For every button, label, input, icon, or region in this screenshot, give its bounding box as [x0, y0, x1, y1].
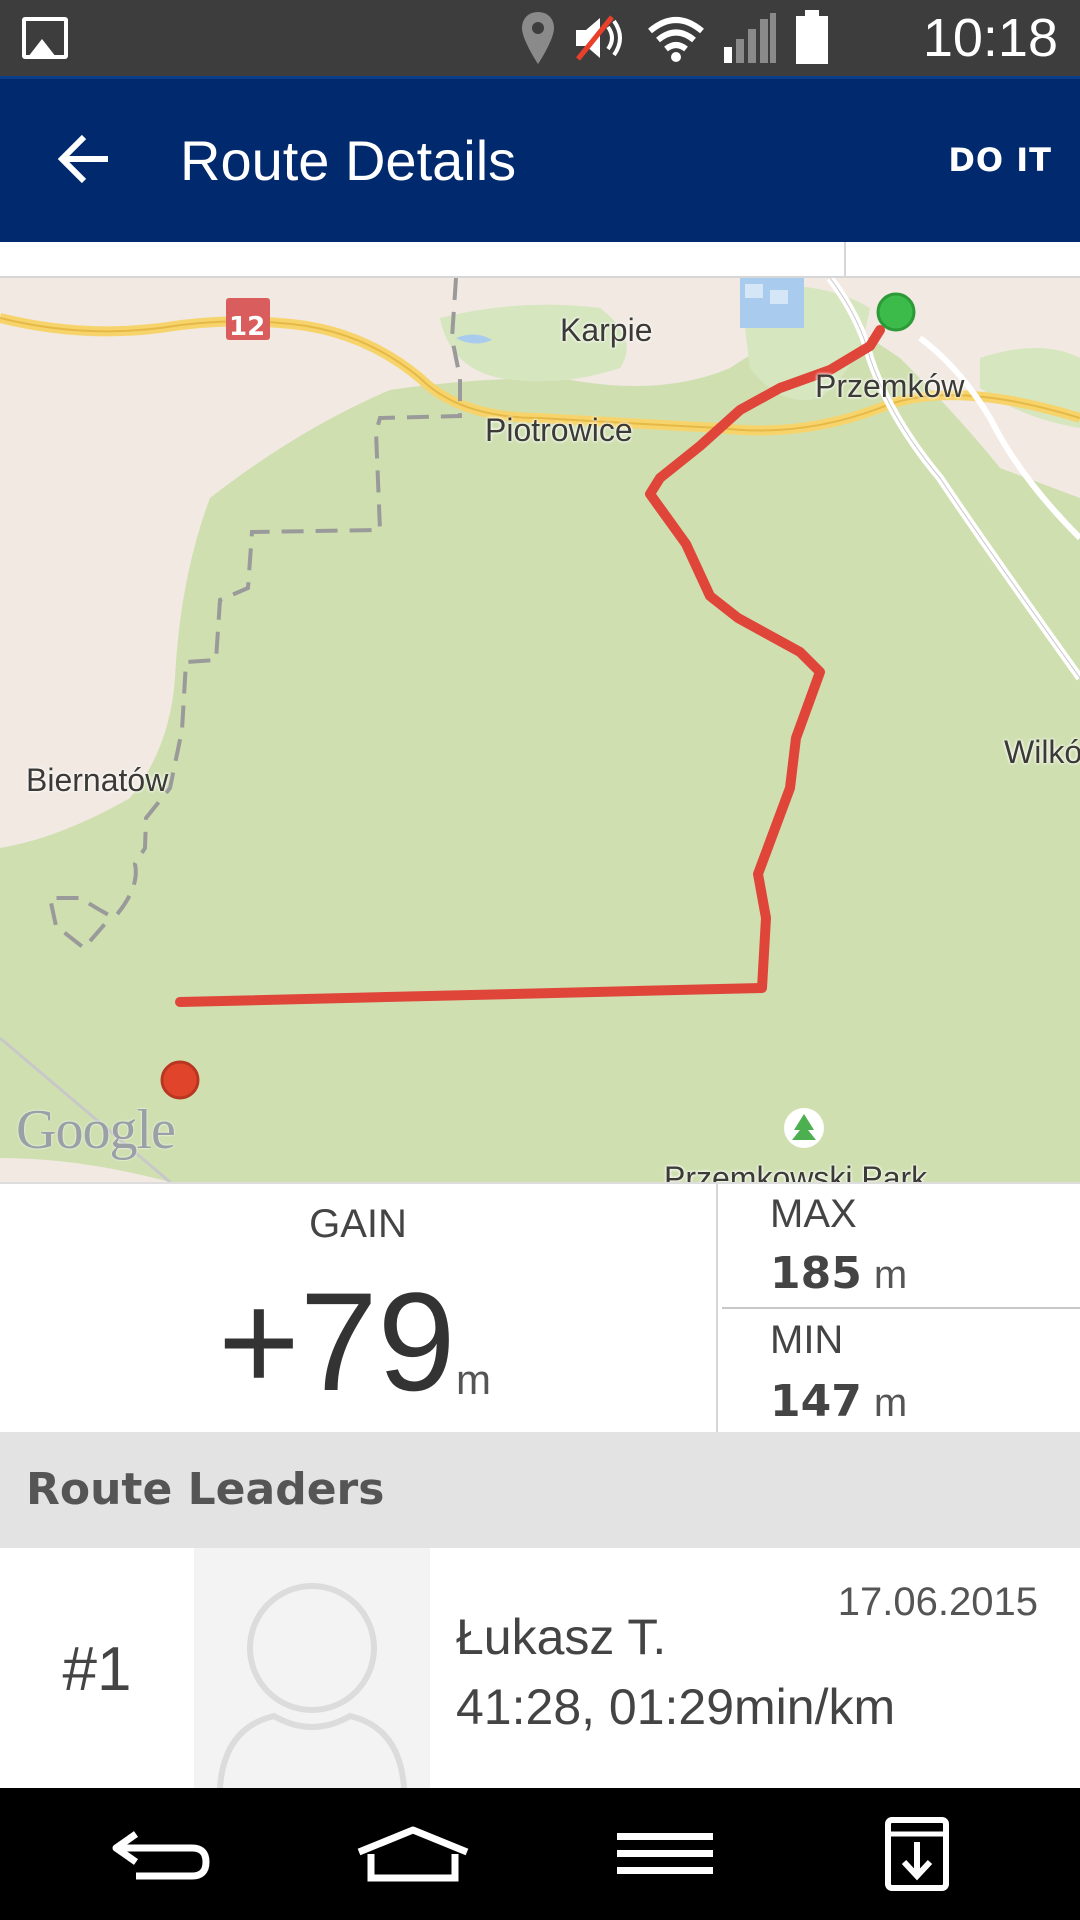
max-value: 185 — [770, 1248, 862, 1299]
avatar — [194, 1548, 430, 1788]
tab-divider — [844, 242, 846, 278]
clock: 10:18 — [922, 8, 1058, 68]
gain-label: GAIN — [309, 1202, 407, 1246]
person-placeholder-icon — [217, 1583, 407, 1788]
leader-rank: #1 — [62, 1635, 132, 1704]
max-elevation: 185 m — [770, 1248, 907, 1299]
nav-menu-button[interactable] — [600, 1814, 730, 1894]
place-label-przemkow: Przemków — [815, 368, 965, 404]
download-nav-icon — [885, 1817, 949, 1891]
place-label-biernatow: Biernatów — [26, 762, 169, 798]
leader-date: 17.06.2015 — [837, 1580, 1038, 1624]
leader-row[interactable]: #1 Łukasz T. 41:28, 01:29min/km 17.06.20… — [0, 1548, 1080, 1788]
navigation-bar — [0, 1788, 1080, 1920]
gain-value: +79 — [218, 1263, 456, 1420]
end-marker — [160, 1060, 200, 1100]
gallery-icon — [22, 17, 68, 59]
tab-strip — [0, 242, 1080, 278]
arrow-back-icon — [57, 134, 108, 184]
min-elevation: 147 m — [770, 1376, 907, 1427]
elevation-stats: GAIN +79 m MAX 185 m MIN 147 m — [0, 1182, 1080, 1434]
place-label-karpie: Karpie — [560, 312, 653, 348]
place-label-park: Przemkowski Park — [664, 1160, 928, 1182]
min-value: 147 — [770, 1376, 862, 1427]
nav-back-button[interactable] — [96, 1814, 226, 1894]
route-leaders-header: Route Leaders — [0, 1432, 1080, 1548]
leader-result: 41:28, 01:29min/km — [456, 1679, 896, 1735]
place-label-wilkow: Wilkó — [1004, 734, 1080, 770]
place-label-piotrowice: Piotrowice — [485, 412, 633, 448]
volume-muted-icon — [576, 15, 622, 61]
max-unit: m — [873, 1253, 908, 1297]
status-icons — [520, 8, 830, 68]
stats-divider — [716, 1184, 718, 1434]
route-leaders-title: Route Leaders — [26, 1464, 385, 1515]
min-unit: m — [873, 1381, 908, 1425]
max-label: MAX — [770, 1192, 857, 1236]
start-marker — [876, 292, 916, 332]
app-bar: Route Details DO IT — [0, 76, 1080, 242]
menu-nav-icon — [617, 1833, 713, 1874]
max-min-divider — [722, 1307, 1080, 1309]
battery-icon — [796, 10, 828, 64]
min-label: MIN — [770, 1318, 844, 1362]
wifi-icon — [648, 17, 704, 62]
home-nav-icon — [357, 1826, 469, 1882]
road-number: 12 — [229, 312, 266, 342]
google-attribution: Google — [16, 1099, 176, 1161]
signal-icon — [724, 13, 776, 63]
do-it-button[interactable]: DO IT — [948, 137, 1052, 183]
page-title: Route Details — [180, 129, 517, 192]
nav-download-button[interactable] — [852, 1814, 982, 1894]
back-nav-icon — [112, 1831, 210, 1880]
nav-home-button[interactable] — [348, 1814, 478, 1894]
back-button[interactable] — [48, 123, 120, 195]
route-map[interactable]: 12 Karpie Przemków Piotrowice Biernatów … — [0, 278, 1080, 1182]
gain-unit: m — [456, 1356, 491, 1403]
location-icon — [522, 12, 554, 64]
status-bar: 10:18 — [0, 0, 1080, 76]
leader-name: Łukasz T. — [456, 1609, 667, 1665]
